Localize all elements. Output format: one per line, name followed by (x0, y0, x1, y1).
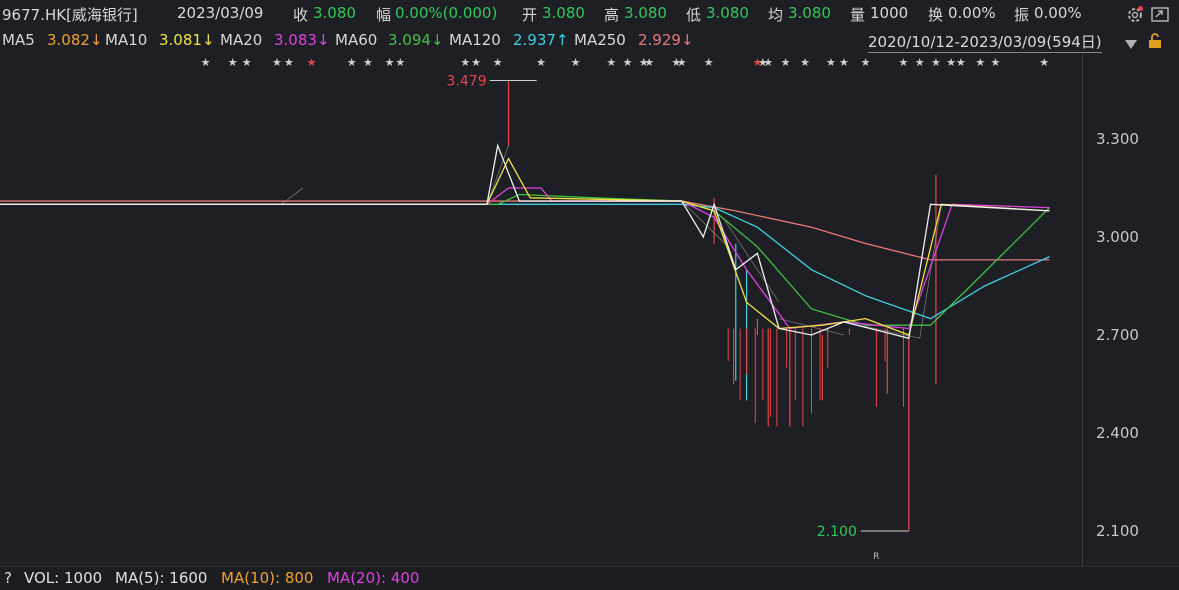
event-star-marker: ★ (536, 56, 546, 69)
event-star-marker: ★ (644, 56, 654, 69)
volume-ma5: MA(5): 1600 (115, 569, 208, 587)
event-star-marker: ★ (385, 56, 395, 69)
event-star-marker: ★ (763, 56, 773, 69)
high-value: 3.080 (624, 4, 667, 22)
current-date: 2023/03/09 (177, 4, 264, 22)
event-star-marker: ★ (395, 56, 405, 69)
event-star-marker: ★ (242, 56, 252, 69)
ma20-value: 3.083↓ (274, 31, 330, 49)
ma10-label: MA10 (105, 31, 148, 49)
stock-name[interactable]: 9677.HK[威海银行] (2, 4, 138, 25)
change-label: 幅 (376, 6, 392, 24)
event-star-marker: ★ (800, 56, 810, 69)
event-star-marker: ★ (307, 56, 317, 69)
dropdown-icon[interactable] (1124, 35, 1138, 49)
high-annotation: 3.479 (447, 74, 487, 90)
low-label: 低 (686, 6, 702, 24)
close-label: 收 (293, 6, 309, 24)
volume-value: 1000 (870, 4, 909, 22)
event-star-marker: ★ (704, 56, 714, 69)
event-star-marker: ★ (991, 56, 1001, 69)
y-tick-label: 2.400 (1096, 424, 1139, 442)
event-star-marker: ★ (284, 56, 294, 69)
event-star-marker: ★ (931, 56, 941, 69)
ma10-line (0, 157, 1050, 336)
open-value: 3.080 (542, 4, 585, 22)
ma250-value: 2.929↓ (638, 31, 694, 49)
event-star-marker: ★ (677, 56, 687, 69)
y-tick-label: 3.000 (1096, 228, 1139, 246)
avg-label: 均 (768, 6, 784, 24)
ma5-label: MA5 (2, 31, 35, 49)
event-star-marker: ★ (228, 56, 238, 69)
event-star-marker: ★ (946, 56, 956, 69)
turnover-value: 0.00% (948, 4, 996, 22)
ma250-label: MA250 (574, 31, 626, 49)
avg-value: 3.080 (788, 4, 831, 22)
ma120-value: 2.937↑ (513, 31, 569, 49)
price-path (281, 187, 304, 205)
high-label: 高 (604, 6, 620, 24)
ma120-label: MA120 (449, 31, 501, 49)
low-value: 3.080 (706, 4, 749, 22)
y-tick-label: 3.300 (1096, 130, 1139, 148)
volume-ma20: MA(20): 400 (327, 569, 420, 587)
event-star-marker: ★ (915, 56, 925, 69)
volume-ma10: MA(10): 800 (221, 569, 314, 587)
date-range[interactable]: 2020/10/12-2023/03/09(594日) (868, 31, 1102, 53)
y-tick-label: 2.700 (1096, 326, 1139, 344)
turnover-label: 换 (928, 6, 944, 24)
event-star-marker: ★ (606, 56, 616, 69)
ma5-line (0, 143, 1050, 340)
price-chart[interactable]: ★ ★ ★ ★ ★ ★ ★ ★ ★ ★ ★ ★ ★ ★ ★ ★ ★ ★★ ★★ ★ ★★★ ★ ★ ★ ★ ★ ★ ★ ★ ★ ★ ★ ★ ★3.… (0, 54, 1082, 566)
window-icon[interactable] (1150, 6, 1169, 24)
ma20-line (0, 187, 1050, 330)
event-star-marker: ★ (493, 56, 503, 69)
ma250-line (0, 200, 1050, 261)
event-star-marker: ★ (1039, 56, 1049, 69)
event-star-marker: ★ (623, 56, 633, 69)
ma20-label: MA20 (220, 31, 263, 49)
ma120-line (0, 203, 1050, 320)
low-annotation: 2.100 (817, 524, 857, 540)
event-star-marker: ★ (839, 56, 849, 69)
event-star-marker: ★ (571, 56, 581, 69)
amplitude-value: 0.00% (1034, 4, 1082, 22)
event-star-marker: ★ (201, 56, 211, 69)
event-star-marker: ★ (956, 56, 966, 69)
event-star-marker: ★ (781, 56, 791, 69)
change-value: 0.00%(0.000) (395, 4, 498, 22)
event-star-marker: ★ (363, 56, 373, 69)
y-tick-label: 2.100 (1096, 522, 1139, 540)
event-star-marker: ★ (272, 56, 282, 69)
ma5-value: 3.082↓ (47, 31, 103, 49)
lock-icon[interactable] (1148, 33, 1162, 49)
event-star-marker: ★ (975, 56, 985, 69)
event-star-marker: ★ (460, 56, 470, 69)
close-value: 3.080 (313, 4, 356, 22)
event-star-marker: ★ (347, 56, 357, 69)
help-button[interactable]: ? (4, 569, 12, 587)
gear-icon[interactable] (1126, 6, 1144, 24)
ma60-value: 3.094↓ (388, 31, 444, 49)
event-star-marker: ★ (826, 56, 836, 69)
ma10-value: 3.081↓ (159, 31, 215, 49)
volume-label: 量 (850, 6, 866, 24)
event-star-marker: ★ (899, 56, 909, 69)
event-star-marker: ★ (861, 56, 871, 69)
volume-text: VOL: 1000 (24, 569, 103, 587)
event-star-marker: ★ (471, 56, 481, 69)
open-label: 开 (522, 6, 538, 24)
ma60-label: MA60 (335, 31, 378, 49)
amplitude-label: 振 (1014, 6, 1030, 24)
r-marker: R (873, 552, 879, 562)
volume-bar: ? VOL: 1000 MA(5): 1600 MA(10): 800 MA(2… (0, 566, 1179, 590)
price-axis: 3.300 3.000 2.700 2.400 2.100 (1082, 54, 1139, 566)
